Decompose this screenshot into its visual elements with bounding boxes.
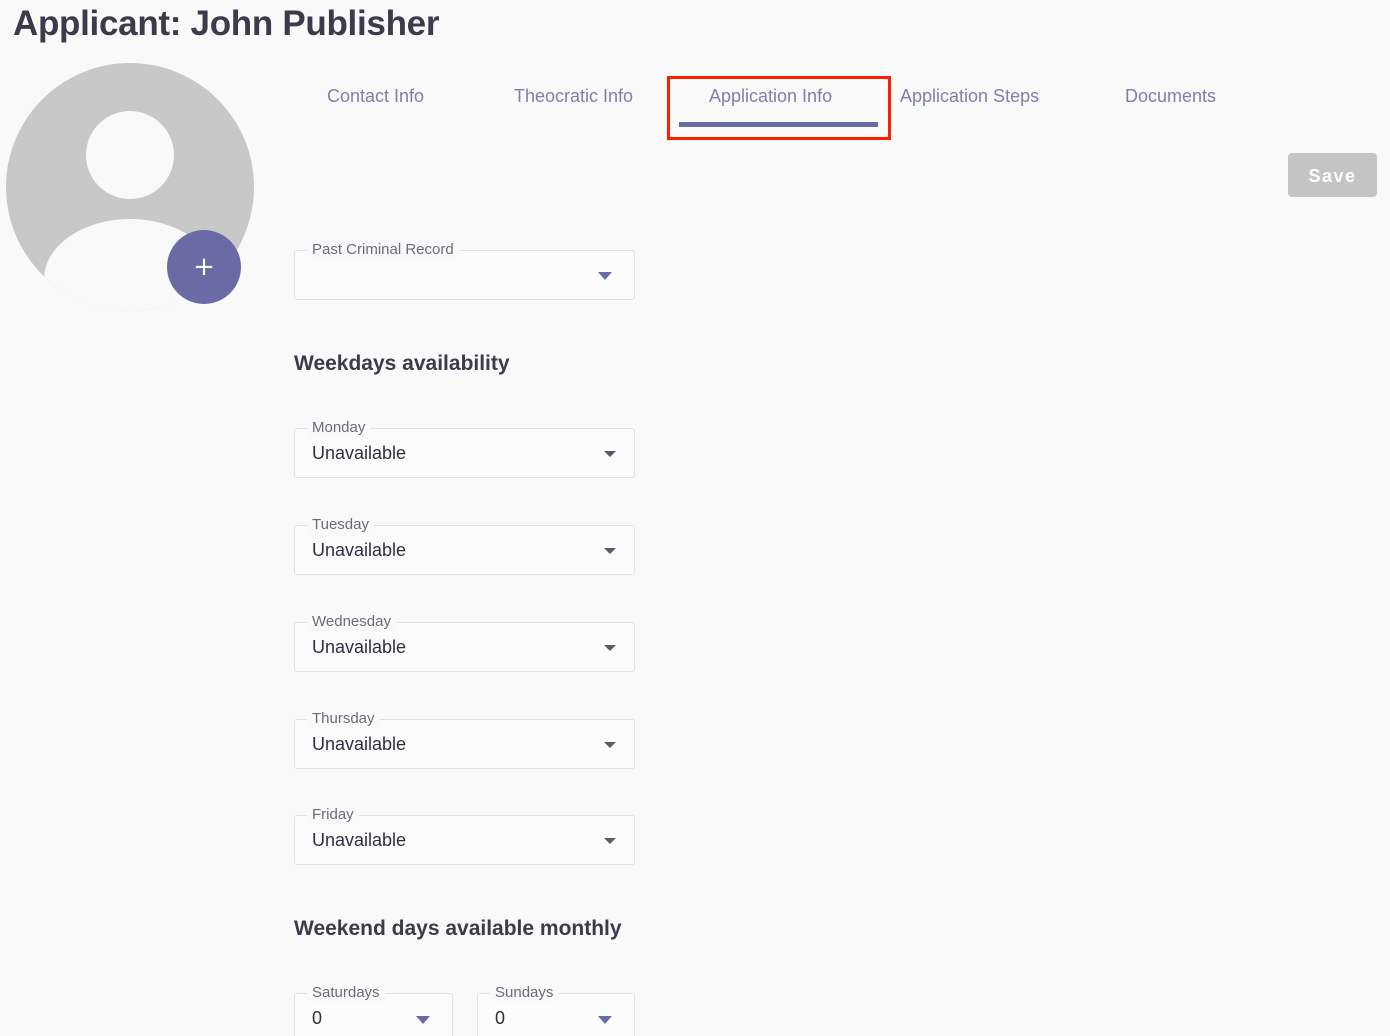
add-photo-button[interactable]: + — [167, 230, 241, 304]
chevron-down-icon — [604, 548, 616, 554]
chevron-down-icon — [604, 742, 616, 748]
active-tab-indicator — [679, 122, 878, 127]
thursday-label: Thursday — [307, 710, 380, 728]
chevron-down-icon — [598, 1016, 612, 1024]
saturdays-select[interactable]: Saturdays 0 — [294, 984, 453, 1036]
wednesday-select[interactable]: Wednesday Unavailable — [294, 613, 635, 672]
weekend-heading: Weekend days available monthly — [294, 917, 622, 940]
tab-theocratic-info[interactable]: Theocratic Info — [514, 86, 633, 107]
monday-select[interactable]: Monday Unavailable — [294, 419, 635, 478]
tab-application-steps[interactable]: Application Steps — [900, 86, 1039, 107]
chevron-down-icon — [604, 645, 616, 651]
friday-value: Unavailable — [312, 830, 407, 850]
tuesday-label: Tuesday — [307, 516, 374, 534]
monday-value: Unavailable — [312, 443, 407, 463]
sundays-label: Sundays — [490, 984, 559, 1002]
chevron-down-icon — [604, 451, 616, 457]
tuesday-value: Unavailable — [312, 540, 407, 560]
chevron-down-icon — [598, 272, 612, 280]
tuesday-select[interactable]: Tuesday Unavailable — [294, 516, 635, 575]
chevron-down-icon — [416, 1016, 430, 1024]
past-criminal-record-select[interactable]: Past Criminal Record — [294, 241, 635, 300]
sundays-value: 0 — [495, 1008, 506, 1028]
save-button[interactable]: Save — [1288, 153, 1377, 197]
wednesday-value: Unavailable — [312, 637, 407, 657]
monday-label: Monday — [307, 419, 371, 437]
wednesday-label: Wednesday — [307, 613, 396, 631]
friday-label: Friday — [307, 806, 359, 824]
thursday-select[interactable]: Thursday Unavailable — [294, 710, 635, 769]
tab-documents[interactable]: Documents — [1125, 86, 1216, 107]
past-criminal-record-label: Past Criminal Record — [307, 241, 459, 259]
friday-select[interactable]: Friday Unavailable — [294, 806, 635, 865]
tab-contact-info[interactable]: Contact Info — [327, 86, 424, 107]
chevron-down-icon — [604, 838, 616, 844]
tab-application-info[interactable]: Application Info — [709, 86, 832, 107]
thursday-value: Unavailable — [312, 734, 407, 754]
saturdays-label: Saturdays — [307, 984, 385, 1002]
weekdays-heading: Weekdays availability — [294, 352, 510, 375]
saturdays-value: 0 — [312, 1008, 323, 1028]
page: Applicant: John Publisher + Contact Info… — [0, 0, 1390, 1036]
sundays-select[interactable]: Sundays 0 — [477, 984, 635, 1036]
user-head-icon — [86, 111, 174, 199]
page-title: Applicant: John Publisher — [13, 4, 440, 43]
